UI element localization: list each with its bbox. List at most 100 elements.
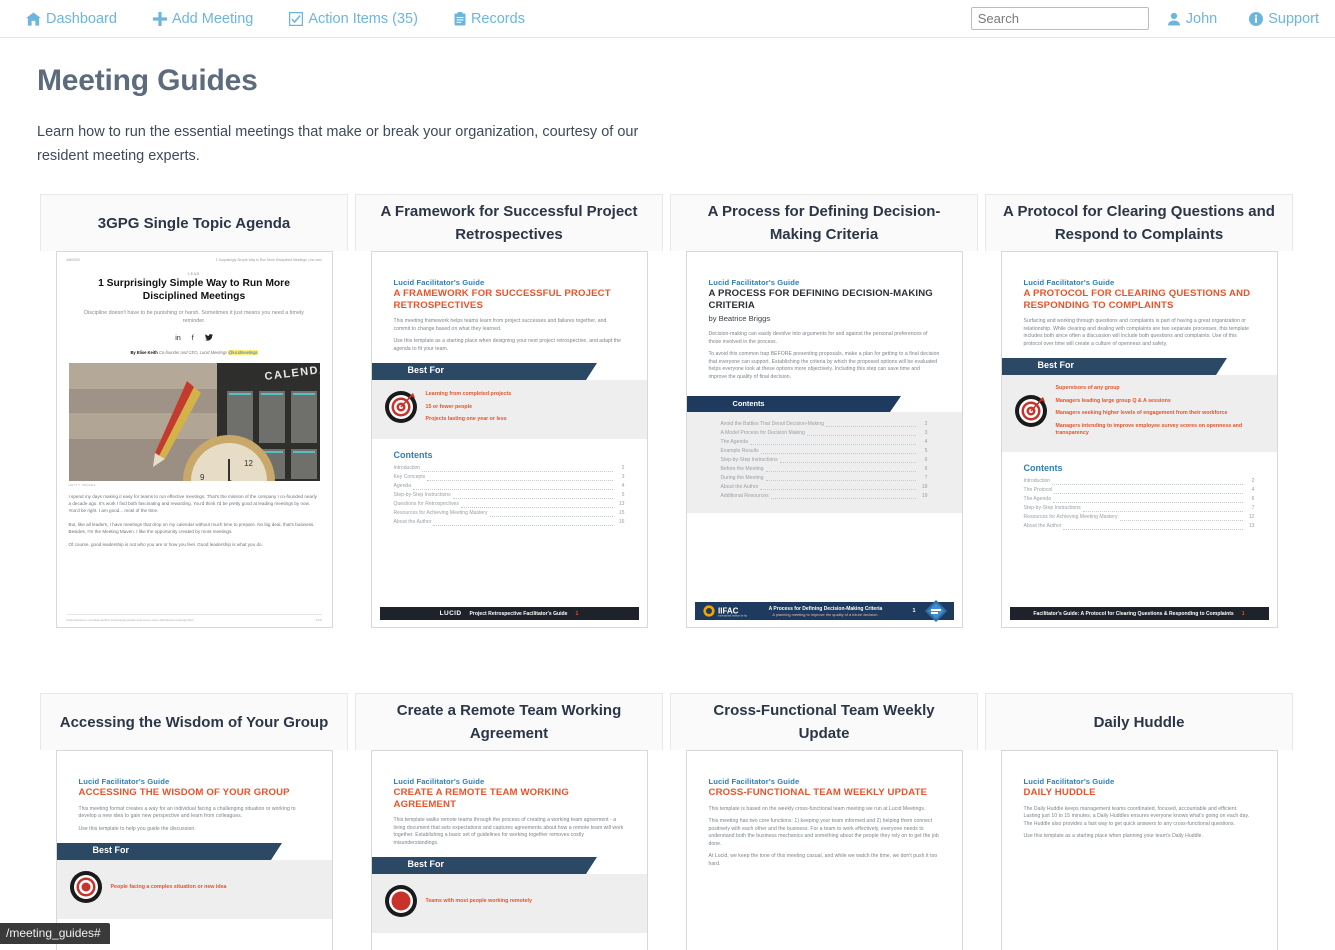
guide-paragraph: To avoid this common trap BEFORE present… [708,351,940,380]
article-byline-role: Co-founder and CEO, Lucid Meetings [158,350,228,355]
toc-row: About the Author 16 [394,518,625,527]
status-bar-url: /meeting_guides# [0,923,110,944]
toc-row: Resources for Achieving Meeting Mastery 1… [394,509,625,518]
best-for-body: Supervisors of any group Managers leadin… [1001,375,1277,453]
guide-kicker: Lucid Facilitator's Guide [78,777,170,786]
guide-thumbnail-wrap[interactable]: Lucid Facilitator's Guide A FRAMEWORK FO… [355,251,663,693]
best-for-label: Best For [407,859,445,870]
best-for-list: Teams with most people working remotely [426,898,532,910]
guide-thumbnail[interactable]: Lucid Facilitator's Guide A FRAMEWORK FO… [370,251,648,628]
article-image-credit: GETTY IMAGES [68,483,96,487]
guide-thumbnail[interactable]: 4/6/2020 1 Surprisingly Simple Way to Ru… [55,251,333,628]
guide-thumbnail[interactable]: Lucid Facilitator's Guide A PROTOCOL FOR… [1000,251,1278,628]
guides-grid: 3GPG Single Topic Agenda 4/6/2020 1 Surp… [40,194,1335,950]
guide-thumbnail-wrap[interactable]: Lucid Facilitator's Guide ACCESSING THE … [40,750,348,950]
toc-page: 3 [621,474,625,481]
guide-card[interactable]: Cross-Functional Team Weekly Update Luci… [670,693,978,950]
contents-banner: Contents [686,395,962,412]
nav-item-action-items[interactable]: Action Items (35) [271,11,436,27]
guide-thumbnail[interactable]: Lucid Facilitator's Guide CROSS-FUNCTION… [685,750,963,950]
toc-item: Resources for Achieving Meeting Mastery [1023,514,1118,521]
guide-card-title[interactable]: Cross-Functional Team Weekly Update [670,693,978,750]
guide-thumbnail-wrap[interactable]: Lucid Facilitator's Guide DAILY HUDDLE T… [985,750,1293,950]
toc-item: Step-by-Step Instructions [1023,505,1081,512]
toc-page: 13 [618,501,625,508]
best-for-item: Learning from completed projects [425,391,512,398]
guide-card[interactable]: Daily Huddle Lucid Facilitator's Guide D… [985,693,1293,950]
toc-item: Step-by-Step Instructions [720,456,778,463]
toc-page: 16 [618,519,625,526]
search-input[interactable] [970,7,1149,30]
toc-item: Example Results [720,447,759,454]
guide-thumbnail-wrap[interactable]: 4/6/2020 1 Surprisingly Simple Way to Ru… [40,251,348,693]
toc-row: The Protocol 4 [1024,486,1255,495]
contents-list: Introduction 2 Key Concepts 3 Agenda 4 Step… [394,464,625,527]
nav-item-dashboard[interactable]: Dashboard [8,11,135,27]
nav-item-records[interactable]: Records [436,11,543,27]
toc-page: 2 [1251,478,1255,485]
best-for-banner: Best For [371,363,647,381]
guide-thumbnail[interactable]: Lucid Facilitator's Guide CREATE A REMOT… [370,750,648,950]
article-footer: https://www.inc.com/elise-keith/1-surpri… [66,614,322,622]
guide-footer-text: A Process for Defining Decision-Making C… [768,605,883,612]
page-title: Meeting Guides [37,64,258,97]
guide-card-title[interactable]: 3GPG Single Topic Agenda [40,194,348,251]
nav-label: Records [470,10,525,27]
guide-card-title[interactable]: A Process for Defining Decision-Making C… [670,194,978,251]
toc-page: 6 [924,456,928,463]
best-for-list: Learning from completed projects 15 or f… [426,391,512,428]
guide-card[interactable]: Create a Remote Team Working Agreement L… [355,693,663,950]
guide-thumbnail-wrap[interactable]: Lucid Facilitator's Guide CREATE A REMOT… [355,750,663,950]
nav-label: Add Meeting [171,10,254,27]
guide-card[interactable]: 3GPG Single Topic Agenda 4/6/2020 1 Surp… [40,194,348,693]
toc-row: Introduction 2 [394,464,625,473]
article-hero-image: CALENDAR 12 9 [68,363,320,481]
facebook-icon[interactable]: f [192,335,194,342]
guide-card[interactable]: Accessing the Wisdom of Your Group Lucid… [40,693,348,950]
guide-byline: by Beatrice Briggs [708,314,771,323]
guide-card[interactable]: A Framework for Successful Project Retro… [355,194,663,693]
guide-thumbnail-wrap[interactable]: Lucid Facilitator's Guide A PROTOCOL FOR… [985,251,1293,693]
guide-card-title[interactable]: A Protocol for Clearing Questions and Re… [985,194,1293,251]
best-for-banner: Best For [56,843,332,861]
toc-page: 13 [1248,523,1255,530]
guide-thumbnail-wrap[interactable]: Lucid Facilitator's Guide A PROCESS FOR … [670,251,978,693]
nav-item-support[interactable]: Support [1231,11,1323,27]
guide-paragraph: At Lucid, we keep the tone of this meeti… [708,853,938,868]
contents-list: Introduction 2 The Protocol 4 The Agenda 6 … [1024,477,1255,531]
guide-paragraph: This template walks remote teams through… [393,817,624,846]
target-icon [384,884,418,923]
article-byline: By Elise Keith Co-founder and CEO, Lucid… [67,350,322,355]
guide-card-title[interactable]: Daily Huddle [985,693,1293,750]
toc-page: 4 [1251,487,1255,494]
guide-card-title[interactable]: Create a Remote Team Working Agreement [355,693,663,750]
guide-heading: DAILY HUDDLE [1023,787,1096,798]
guide-thumbnail[interactable]: Lucid Facilitator's Guide ACCESSING THE … [55,750,333,950]
best-for-label: Best For [1037,360,1075,371]
nav-label: Dashboard [46,10,117,27]
guide-thumbnail[interactable]: Lucid Facilitator's Guide A PROCESS FOR … [685,251,963,628]
linkedin-icon[interactable]: in [175,335,180,342]
guide-preview: Lucid Facilitator's Guide A FRAMEWORK FO… [371,252,647,527]
toc-row: Introduction 2 [1024,477,1255,486]
article-byline-author: By Elise Keith [130,350,158,355]
guide-card[interactable]: A Process for Defining Decision-Making C… [670,194,978,693]
guide-preview: Lucid Facilitator's Guide A PROCESS FOR … [686,252,962,513]
toc-row: Additional Resources 19 [721,492,928,501]
guide-thumbnail[interactable]: Lucid Facilitator's Guide DAILY HUDDLE T… [1000,750,1278,950]
nav-item-add-meeting[interactable]: Add Meeting [135,11,271,27]
twitter-icon[interactable] [204,334,213,343]
page-description: Learn how to run the essential meetings … [37,124,639,164]
svg-text:9: 9 [200,473,205,481]
toc-page: 7 [1251,505,1255,512]
contents-label: Contents [732,398,765,408]
contents-list: Avoid the Battles That Derail Decision-M… [686,411,962,513]
article-meta: 4/6/2020 1 Surprisingly Simple Way to Ru… [67,258,322,262]
page-content: Meeting Guides Learn how to run the esse… [0,38,1335,950]
best-for-list: Supervisors of any group Managers leadin… [1056,385,1263,442]
guide-card[interactable]: A Protocol for Clearing Questions and Re… [985,194,1293,693]
nav-item-user[interactable]: John [1149,11,1231,27]
guide-thumbnail-wrap[interactable]: Lucid Facilitator's Guide CROSS-FUNCTION… [670,750,978,950]
guide-card-title[interactable]: Accessing the Wisdom of Your Group [40,693,348,750]
guide-card-title[interactable]: A Framework for Successful Project Retro… [355,194,663,251]
